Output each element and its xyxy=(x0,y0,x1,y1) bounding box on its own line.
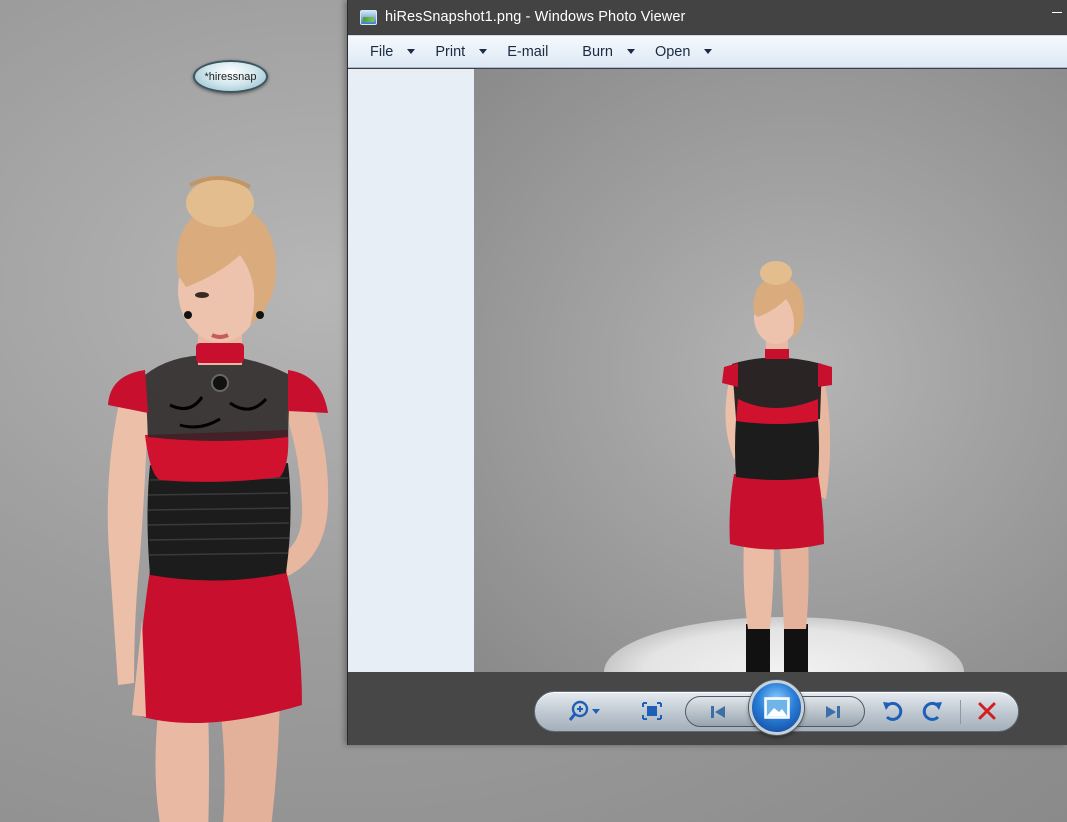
previous-button[interactable] xyxy=(703,700,733,724)
next-icon xyxy=(826,706,840,718)
zoom-icon xyxy=(568,700,600,721)
slideshow-button[interactable] xyxy=(749,680,804,735)
slideshow-icon xyxy=(763,696,790,719)
menu-open[interactable]: Open xyxy=(645,39,722,65)
menu-email-label: E-mail xyxy=(507,43,549,60)
menu-bar: File Print E-mail Burn Open xyxy=(348,35,1067,68)
chevron-down-icon xyxy=(626,49,635,54)
avatar-scene: *hiressnap xyxy=(0,0,348,822)
chevron-down-icon xyxy=(407,49,416,54)
photo-viewer-window: hiResSnapshot1.png - Windows Photo Viewe… xyxy=(347,0,1067,745)
zoom-button[interactable] xyxy=(565,698,605,724)
chevron-down-icon xyxy=(704,49,713,54)
viewer-content xyxy=(348,69,1067,672)
rotate-counterclockwise-button[interactable] xyxy=(878,698,908,724)
rotate-clockwise-icon xyxy=(922,701,942,721)
actual-size-button[interactable] xyxy=(638,698,666,724)
viewer-side-panel xyxy=(348,69,474,672)
avatar-figure-large xyxy=(107,175,329,822)
delete-button[interactable] xyxy=(973,698,1001,724)
next-button[interactable] xyxy=(818,700,848,724)
menu-file[interactable]: File xyxy=(360,39,425,65)
menu-file-label: File xyxy=(370,43,394,60)
displayed-photo[interactable] xyxy=(474,69,1067,672)
menu-open-label: Open xyxy=(654,43,691,60)
fit-to-window-icon xyxy=(642,702,662,720)
menu-burn[interactable]: Burn xyxy=(572,39,645,65)
title-bar[interactable]: hiResSnapshot1.png - Windows Photo Viewe… xyxy=(348,0,1067,34)
minimize-button[interactable] xyxy=(1048,4,1064,20)
toolbar-separator xyxy=(960,700,961,724)
image-file-icon xyxy=(360,9,377,25)
avatar-figure-small xyxy=(722,261,832,672)
previous-icon xyxy=(711,706,725,718)
rotate-counterclockwise-icon xyxy=(883,701,903,721)
control-bar xyxy=(348,672,1067,745)
window-title: hiResSnapshot1.png - Windows Photo Viewe… xyxy=(385,9,686,25)
delete-icon xyxy=(978,702,996,720)
menu-burn-label: Burn xyxy=(582,43,613,60)
hiressnap-button[interactable]: *hiressnap xyxy=(193,60,268,93)
menu-email[interactable]: E-mail xyxy=(497,39,572,65)
menu-print[interactable]: Print xyxy=(425,39,497,65)
chevron-down-icon xyxy=(479,49,488,54)
hiressnap-label: *hiressnap xyxy=(204,70,257,83)
menu-print-label: Print xyxy=(435,43,466,60)
rotate-clockwise-button[interactable] xyxy=(917,698,947,724)
